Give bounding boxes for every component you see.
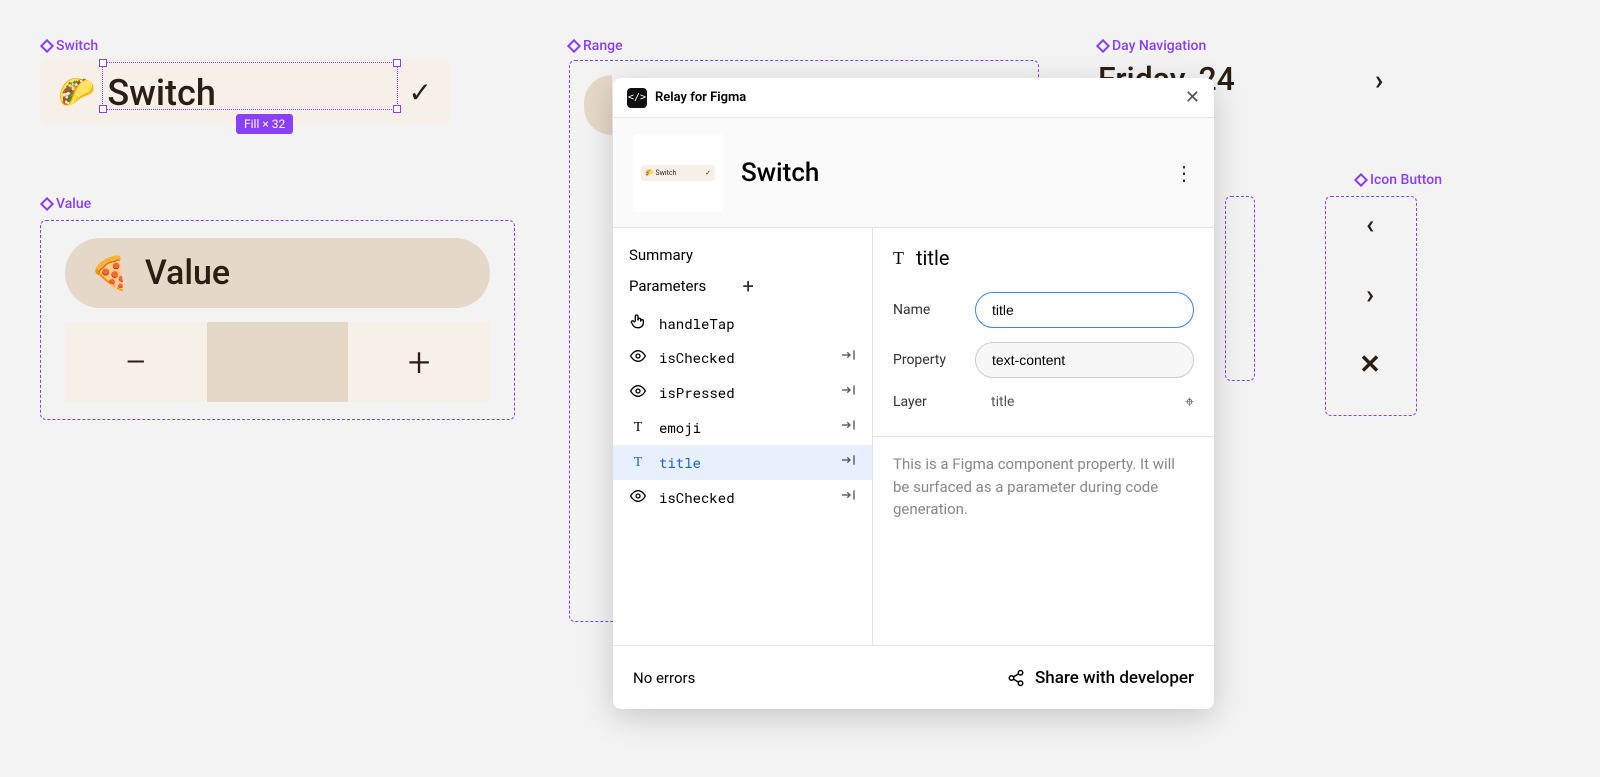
param-isPressed[interactable]: isPressed <box>613 375 872 410</box>
value-title-text: Value <box>145 253 230 293</box>
pizza-emoji-icon: 🍕 <box>90 254 130 292</box>
panel-footer: No errors Share with developer <box>613 645 1214 709</box>
fill-badge: Fill × 32 <box>236 114 293 134</box>
chevron-left-icon[interactable]: ‹ <box>1366 210 1374 240</box>
selection-outline[interactable] <box>102 62 398 110</box>
component-icon <box>1354 173 1368 187</box>
T-icon: T <box>629 455 647 471</box>
panel-body: Summary Parameters + handleTap isChecked i… <box>613 228 1214 645</box>
arrow-into-icon <box>840 452 856 473</box>
share-label: Share with developer <box>1035 668 1194 688</box>
value-display <box>207 322 349 402</box>
divider <box>873 436 1214 437</box>
label-text: Day Navigation <box>1112 38 1206 54</box>
param-handleTap[interactable]: handleTap <box>613 306 872 340</box>
param-name: isChecked <box>659 348 828 367</box>
param-isChecked[interactable]: isChecked <box>613 480 872 515</box>
param-title[interactable]: Ttitle <box>613 445 872 480</box>
summary-heading[interactable]: Summary <box>613 246 872 274</box>
value-stepper-row: − + <box>65 322 490 402</box>
layer-label: Layer <box>893 394 961 410</box>
parameters-label: Parameters <box>629 277 743 295</box>
chevron-right-icon[interactable]: › <box>1366 280 1374 310</box>
component-name: Switch <box>741 158 1174 188</box>
param-name: isPressed <box>659 383 828 402</box>
chevron-right-icon[interactable]: › <box>1375 63 1383 96</box>
component-label-switch[interactable]: Switch <box>42 38 98 54</box>
property-description: This is a Figma component property. It w… <box>893 453 1194 521</box>
name-input[interactable] <box>975 292 1194 328</box>
component-icon <box>567 39 581 53</box>
panel-left: Summary Parameters + handleTap isChecked i… <box>613 228 873 645</box>
arrow-into-icon <box>840 382 856 403</box>
component-label-iconbtn[interactable]: Icon Button <box>1356 172 1442 188</box>
taco-emoji-icon: 🌮 <box>58 75 95 110</box>
add-parameter-icon[interactable]: + <box>743 274 857 298</box>
component-icon <box>40 197 54 211</box>
partial-component-frame[interactable] <box>1225 196 1255 381</box>
parameter-list: handleTapisCheckedisPressedTemojiTtitlei… <box>613 306 872 515</box>
param-isChecked[interactable]: isChecked <box>613 340 872 375</box>
icon-button-stack: ‹ › ✕ <box>1340 210 1400 380</box>
plus-button[interactable]: + <box>348 322 490 402</box>
relay-logo-icon: </> <box>627 88 647 108</box>
resize-handle[interactable] <box>393 105 401 113</box>
share-button[interactable]: Share with developer <box>1007 668 1194 688</box>
name-row: Name <box>893 292 1194 328</box>
component-icon <box>1096 39 1110 53</box>
arrow-into-icon <box>840 487 856 508</box>
more-icon[interactable]: ⋮ <box>1174 161 1194 185</box>
value-pill: 🍕 Value <box>65 238 490 308</box>
check-icon: ✓ <box>409 76 432 109</box>
resize-handle[interactable] <box>393 59 401 67</box>
panel-right: T title Name Property Layer title ⌖ This… <box>873 228 1214 645</box>
param-name: emoji <box>659 418 828 437</box>
close-icon[interactable]: ✕ <box>1359 350 1381 380</box>
arrow-into-icon <box>840 417 856 438</box>
resize-handle[interactable] <box>99 105 107 113</box>
tap-icon <box>629 313 647 333</box>
error-status: No errors <box>633 669 1007 687</box>
label-text: Switch <box>56 38 98 54</box>
label-text: Icon Button <box>1370 172 1442 188</box>
component-label-value[interactable]: Value <box>42 196 91 212</box>
resize-handle[interactable] <box>99 59 107 67</box>
arrow-into-icon <box>840 347 856 368</box>
label-text: Value <box>56 196 91 212</box>
label-text: Range <box>583 38 623 54</box>
layer-value: title <box>975 394 1171 410</box>
eye-icon <box>629 348 647 368</box>
property-title: T title <box>893 246 1194 270</box>
name-label: Name <box>893 302 961 318</box>
T-icon: T <box>629 420 647 436</box>
component-header: 🌮 Switch✓ Switch ⋮ <box>613 118 1214 228</box>
property-input[interactable] <box>975 342 1194 378</box>
relay-plugin-panel: </> Relay for Figma ✕ 🌮 Switch✓ Switch ⋮… <box>613 78 1214 709</box>
close-icon[interactable]: ✕ <box>1185 87 1200 108</box>
minus-button[interactable]: − <box>65 322 207 402</box>
eye-icon <box>629 383 647 403</box>
text-type-icon: T <box>893 248 904 269</box>
layer-row: Layer title ⌖ <box>893 392 1194 412</box>
target-icon[interactable]: ⌖ <box>1185 392 1194 412</box>
param-name: handleTap <box>659 314 856 333</box>
property-row: Property <box>893 342 1194 378</box>
share-icon <box>1007 669 1025 687</box>
property-title-text: title <box>916 246 949 270</box>
param-name: isChecked <box>659 488 828 507</box>
component-label-range[interactable]: Range <box>569 38 623 54</box>
property-label: Property <box>893 352 961 368</box>
component-icon <box>40 39 54 53</box>
component-label-daynav[interactable]: Day Navigation <box>1098 38 1206 54</box>
plugin-title: Relay for Figma <box>655 90 1185 105</box>
param-name: title <box>659 453 828 472</box>
eye-icon <box>629 488 647 508</box>
parameters-heading: Parameters + <box>613 274 872 306</box>
panel-header: </> Relay for Figma ✕ <box>613 78 1214 118</box>
param-emoji[interactable]: Temoji <box>613 410 872 445</box>
component-thumbnail: 🌮 Switch✓ <box>633 134 723 212</box>
